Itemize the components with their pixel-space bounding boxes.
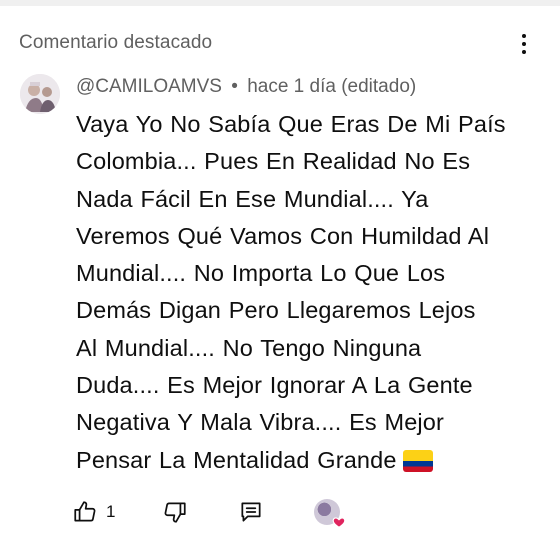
comment-line: Duda.... Es Mejor Ignorar A La Gente: [76, 372, 473, 399]
more-options-button[interactable]: [510, 28, 538, 60]
top-divider: [0, 0, 560, 6]
creator-heart-badge: [314, 494, 346, 530]
meta-separator: •: [231, 76, 238, 97]
comment-body: Vaya Yo No Sabía Que Eras De Mi País Col…: [76, 106, 546, 479]
comment-line: Negativa Y Mala Vibra.... Es Mejor: [76, 409, 444, 436]
comment-line: Pensar La Mentalidad Grande: [76, 446, 397, 473]
author-handle[interactable]: @CAMILOAMVS: [76, 76, 222, 97]
dislike-button[interactable]: [162, 494, 188, 530]
comment-actions: 1: [0, 494, 560, 530]
author-avatar[interactable]: [20, 74, 60, 114]
comment-line: Al Mundial.... No Tengo Ninguna: [76, 334, 422, 361]
creator-heart-icon: [332, 517, 346, 528]
comment-line-last: Pensar La Mentalidad Grande: [76, 442, 546, 479]
colombia-flag-icon: [402, 449, 433, 472]
comment-line: Nada Fácil En Ese Mundial.... Ya: [76, 185, 429, 212]
comment-meta: @CAMILOAMVS • hace 1 día (editado): [76, 76, 416, 98]
like-count: 1: [106, 502, 116, 521]
thumbs-up-icon: [74, 501, 96, 522]
comment-line: Mundial.... No Importa Lo Que Los: [76, 260, 446, 287]
like-button[interactable]: 1: [72, 494, 115, 530]
reply-icon: [241, 502, 261, 522]
comment-line: Veremos Qué Vamos Con Humildad Al: [76, 222, 490, 249]
more-vertical-icon: [522, 34, 526, 38]
comment-time: hace 1 día (editado): [247, 76, 417, 97]
reply-button[interactable]: [238, 494, 264, 530]
comment-line: Demás Digan Pero Llegaremos Lejos: [76, 297, 476, 324]
comment-line: Vaya Yo No Sabía Que Eras De Mi País: [76, 111, 506, 137]
section-title: Comentario destacado: [19, 32, 213, 53]
more-vertical-icon-dot: [522, 50, 526, 54]
featured-comment-header: Comentario destacado: [0, 22, 560, 62]
avatar-image: [20, 74, 60, 114]
creator-avatar: [314, 499, 346, 528]
comment-line: Colombia... Pues En Realidad No Es: [76, 148, 471, 175]
thumbs-down-icon: [164, 502, 186, 523]
more-vertical-icon-dot: [522, 42, 526, 46]
